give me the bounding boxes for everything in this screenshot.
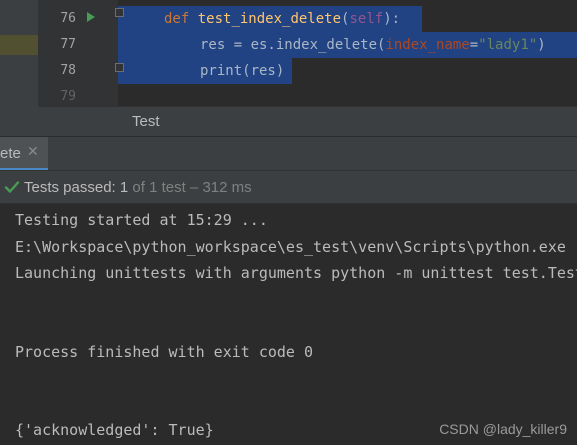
code-editor[interactable]: 76 77 78 79 def test_index_delete(self):… (0, 0, 577, 106)
breadcrumb-item[interactable]: Test (132, 113, 160, 130)
console-line: {'acknowledged': True} (15, 421, 214, 439)
breadcrumb: Test (38, 106, 577, 136)
paren-close: ): (383, 11, 401, 27)
keyword-def: def (164, 11, 190, 27)
function-name: test_index_delete (197, 11, 342, 27)
test-status-bar: Tests passed: 1 of 1 test – 312 ms (0, 170, 577, 204)
tests-summary: of 1 test – 312 ms (128, 179, 252, 196)
left-tool-strip (0, 0, 38, 106)
fold-end-icon[interactable] (115, 63, 124, 72)
tests-passed-label: Tests passed: 1 (24, 179, 129, 196)
string-literal: "lady1" (478, 37, 538, 53)
console-line: Process finished with exit code 0 (15, 343, 314, 361)
console-line: E:\Workspace\python_workspace\es_test\ve… (15, 238, 577, 256)
paren-close: ) (537, 37, 546, 53)
print-call: print(res) (200, 63, 285, 79)
line-number: 76 (60, 11, 76, 26)
code-line-78: print(res) (200, 58, 284, 84)
left-tool-strip-lower (0, 106, 38, 136)
call-prefix: res = es.index_delete( (200, 37, 386, 53)
console-line: Launching unittests with arguments pytho… (15, 264, 577, 282)
line-number: 77 (60, 37, 76, 52)
left-strip-highlight (0, 35, 38, 55)
console-line: Testing started at 15:29 ... (15, 211, 268, 229)
close-icon[interactable]: ✕ (27, 144, 39, 160)
tab-run-config[interactable]: ete ✕ (0, 137, 48, 171)
run-test-icon[interactable] (87, 12, 95, 22)
tab-label: ete (0, 145, 21, 162)
line-number: 78 (60, 63, 76, 78)
check-icon (4, 181, 20, 193)
equals: = (469, 37, 479, 53)
keyword-arg: index_name (385, 37, 470, 53)
test-status-text: Tests passed: 1 of 1 test – 312 ms (24, 179, 252, 196)
self-param: self (349, 11, 384, 27)
watermark: CSDN @lady_killer9 (439, 421, 567, 437)
code-line-77: res = es.index_delete(index_name="lady1"… (200, 32, 546, 58)
run-tab-bar: ete ✕ (0, 136, 577, 171)
console-output[interactable]: Testing started at 15:29 ... E:\Workspac… (0, 204, 577, 445)
code-line-76: def test_index_delete(self): (164, 6, 400, 32)
fold-start-icon[interactable] (115, 8, 124, 17)
